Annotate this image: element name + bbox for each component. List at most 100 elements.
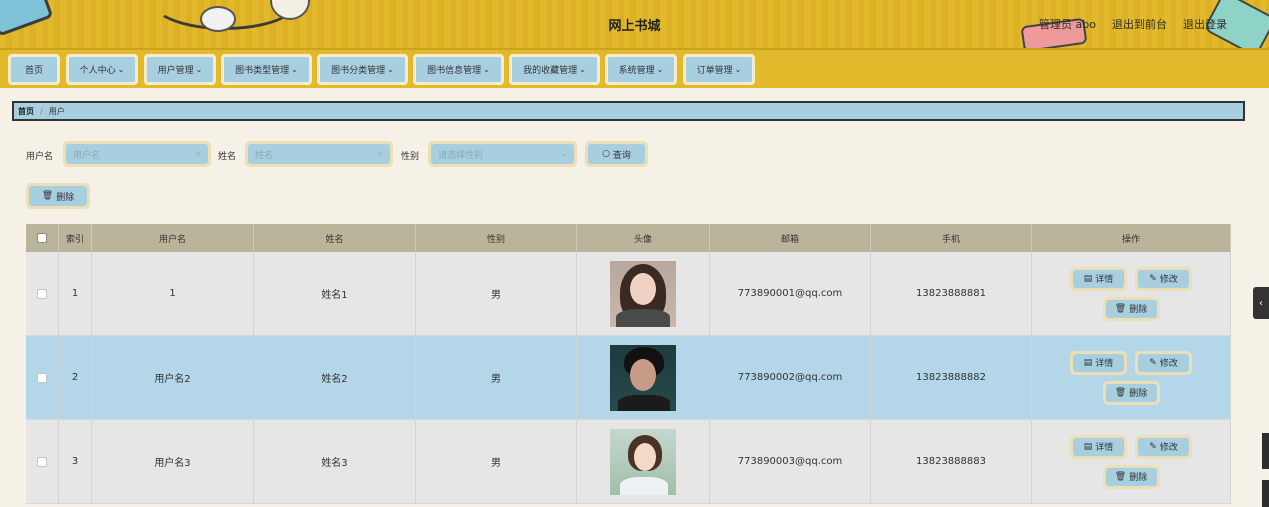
cell-gender: 男 xyxy=(416,420,577,503)
detail-button[interactable]: ▤ 详情 xyxy=(1070,350,1127,375)
column-header: 姓名 xyxy=(254,224,416,252)
nav-book-type-management[interactable]: 图书类型管理 ⌄ xyxy=(221,54,312,85)
nav-favorites-management[interactable]: 我的收藏管理 ⌄ xyxy=(509,54,600,85)
chevron-down-icon: ⌄ xyxy=(291,65,298,74)
pencil-icon: ✎ xyxy=(1149,441,1157,452)
collapse-panel-tab[interactable]: ‹ xyxy=(1253,287,1269,319)
document-icon: ▤ xyxy=(1083,357,1093,368)
avatar xyxy=(610,260,676,327)
pencil-icon: ✎ xyxy=(1149,273,1157,284)
chevron-left-icon: ‹ xyxy=(1259,297,1263,309)
name-search-input[interactable]: 姓名 ⌕ xyxy=(245,141,393,167)
delete-button[interactable]: 🗑 删除 xyxy=(1102,296,1160,321)
scrollbar-thumb[interactable] xyxy=(1262,433,1269,469)
nav-label: 我的收藏管理 xyxy=(523,66,578,76)
column-header: 索引 xyxy=(59,224,92,252)
exit-to-front-link[interactable]: 退出到前台 xyxy=(1112,16,1167,32)
delete-button-label: 删除 xyxy=(56,192,75,203)
cell-index: 3 xyxy=(59,420,92,503)
cell-phone: 13823888881 xyxy=(871,252,1032,335)
avatar xyxy=(610,428,676,495)
cell-email: 773890003@qq.com xyxy=(710,420,871,503)
breadcrumb-home[interactable]: 首页 xyxy=(18,106,34,117)
gender-select[interactable]: 请选择性别 ⌄ xyxy=(428,141,577,167)
nav-book-category-management[interactable]: 图书分类管理 ⌄ xyxy=(317,54,408,85)
cell-index: 2 xyxy=(59,336,92,419)
username-label: 用户名 xyxy=(26,152,54,162)
select-all-checkbox[interactable] xyxy=(26,224,59,252)
detail-button[interactable]: ▤ 详情 xyxy=(1070,266,1127,291)
nav-label: 图书类型管理 xyxy=(235,66,290,76)
nav-label: 用户管理 xyxy=(157,66,194,76)
cell-avatar xyxy=(577,252,710,335)
nav-personal-center[interactable]: 个人中心 ⌄ xyxy=(66,54,138,85)
breadcrumb-current: 用户 xyxy=(48,106,65,116)
column-header: 用户名 xyxy=(92,224,254,252)
delete-button[interactable]: 🗑 删除 xyxy=(1102,464,1160,489)
logout-link[interactable]: 退出登录 xyxy=(1183,16,1227,32)
name-label: 姓名 xyxy=(218,152,237,162)
admin-user-label: 管理员 abo xyxy=(1039,18,1096,31)
cell-actions: ▤ 详情 ✎ 修改 🗑 删除 xyxy=(1032,252,1231,335)
cell-index: 1 xyxy=(59,252,92,335)
user-table: 索引 用户名 姓名 性别 头像 邮箱 手机 操作 1 1 姓名1 男 77389… xyxy=(26,224,1231,504)
nav-label: 系统管理 xyxy=(618,66,655,76)
column-header: 性别 xyxy=(416,224,577,252)
input-placeholder: 姓名 xyxy=(255,150,274,161)
cell-name: 姓名3 xyxy=(254,420,416,503)
cell-username: 1 xyxy=(92,252,254,335)
batch-delete-button[interactable]: 🗑 删除 xyxy=(26,183,90,209)
cell-avatar xyxy=(577,420,710,503)
gender-label: 性别 xyxy=(401,152,420,162)
cell-username: 用户名3 xyxy=(92,420,254,503)
column-header: 手机 xyxy=(871,224,1032,252)
document-icon: ▤ xyxy=(1083,441,1093,452)
table-row: 1 1 姓名1 男 773890001@qq.com 13823888881 ▤… xyxy=(26,252,1231,336)
edit-label: 修改 xyxy=(1159,275,1178,285)
nav-order-management[interactable]: 订单管理 ⌄ xyxy=(683,54,755,85)
detail-button[interactable]: ▤ 详情 xyxy=(1070,434,1127,459)
nav-label: 订单管理 xyxy=(696,66,733,76)
edit-button[interactable]: ✎ 修改 xyxy=(1135,350,1192,375)
row-checkbox[interactable] xyxy=(26,252,59,335)
edit-button[interactable]: ✎ 修改 xyxy=(1135,434,1192,459)
chevron-down-icon: ⌄ xyxy=(656,65,664,74)
edit-button[interactable]: ✎ 修改 xyxy=(1135,266,1192,291)
delete-button[interactable]: 🗑 删除 xyxy=(1102,380,1160,405)
cell-gender: 男 xyxy=(416,336,577,419)
search-icon: ⌕ xyxy=(195,149,201,159)
cell-email: 773890002@qq.com xyxy=(710,336,871,419)
nav-user-management[interactable]: 用户管理 ⌄ xyxy=(144,54,216,85)
table-header: 索引 用户名 姓名 性别 头像 邮箱 手机 操作 xyxy=(26,224,1231,252)
row-checkbox[interactable] xyxy=(26,336,59,419)
delete-label: 删除 xyxy=(1129,473,1148,483)
trash-icon: 🗑 xyxy=(1114,303,1127,314)
edit-label: 修改 xyxy=(1159,443,1178,453)
cell-name: 姓名2 xyxy=(254,336,416,419)
cell-actions: ▤ 详情 ✎ 修改 🗑 删除 xyxy=(1032,336,1231,419)
scrollbar-track[interactable] xyxy=(1262,480,1269,507)
nav-label: 首页 xyxy=(24,66,43,76)
avatar xyxy=(610,344,676,411)
chevron-down-icon: ⌄ xyxy=(579,65,586,74)
detail-label: 详情 xyxy=(1095,275,1114,285)
nav-book-info-management[interactable]: 图书信息管理 ⌄ xyxy=(413,54,504,85)
input-placeholder: 用户名 xyxy=(73,150,101,161)
nav-home[interactable]: 首页 xyxy=(8,54,60,85)
cell-username: 用户名2 xyxy=(92,336,254,419)
select-placeholder: 请选择性别 xyxy=(438,150,484,161)
search-button[interactable]: ○ 查询 xyxy=(585,141,648,167)
row-checkbox[interactable] xyxy=(26,420,59,503)
detail-label: 详情 xyxy=(1095,443,1114,453)
chevron-down-icon: ⌄ xyxy=(483,65,490,74)
chevron-down-icon: ⌄ xyxy=(734,65,742,74)
cell-phone: 13823888883 xyxy=(871,420,1032,503)
cell-gender: 男 xyxy=(416,252,577,335)
trash-icon: 🗑 xyxy=(1114,387,1127,398)
detail-label: 详情 xyxy=(1095,359,1114,369)
username-search-input[interactable]: 用户名 ⌕ xyxy=(63,141,211,167)
header-user-area: 管理员 abo 退出到前台 退出登录 xyxy=(1039,16,1227,32)
document-icon: ▤ xyxy=(1083,273,1093,284)
nav-system-management[interactable]: 系统管理 ⌄ xyxy=(605,54,677,85)
cell-name: 姓名1 xyxy=(254,252,416,335)
